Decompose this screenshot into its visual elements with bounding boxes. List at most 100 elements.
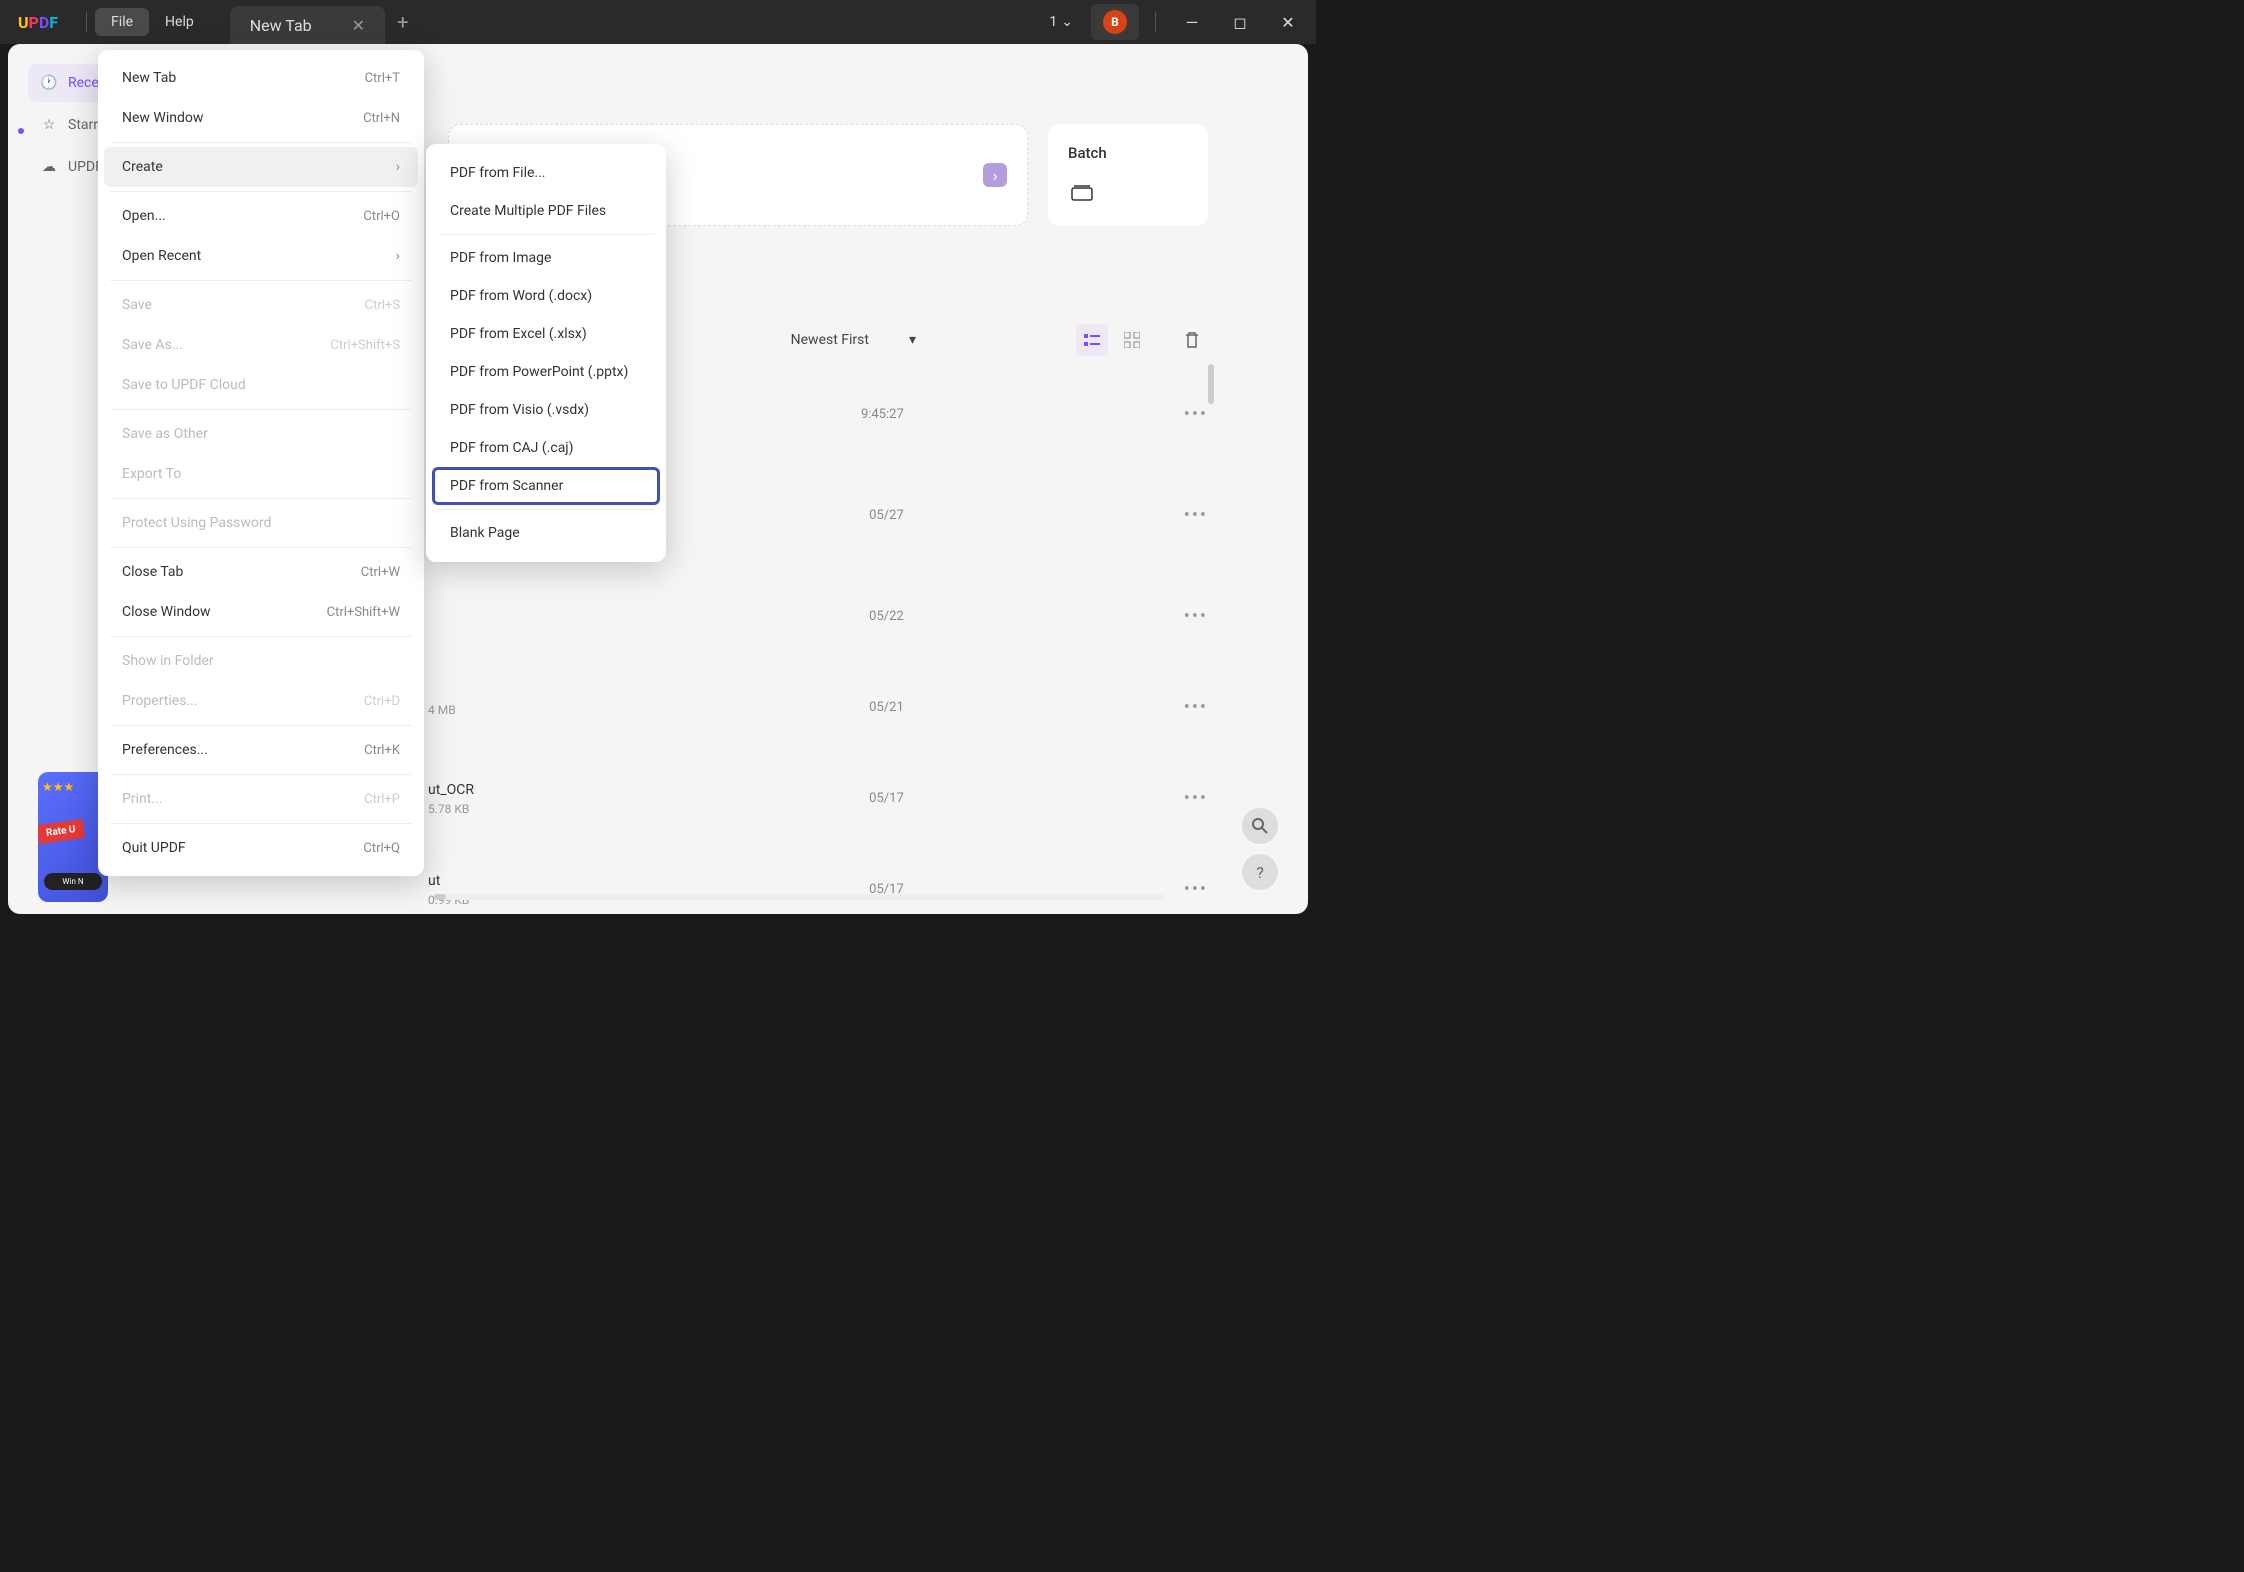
sort-label: Newest First — [791, 332, 869, 348]
maximize-button[interactable]: ◻ — [1220, 2, 1260, 42]
chevron-down-icon: ⌄ — [1061, 14, 1073, 30]
grid-view-button[interactable] — [1116, 324, 1148, 356]
menu-item-print-: Print...Ctrl+P — [104, 779, 418, 819]
menu-item-label: Open... — [122, 208, 166, 224]
submenu-item-pdf-from-caj-caj-[interactable]: PDF from CAJ (.caj) — [432, 429, 660, 467]
close-window-button[interactable]: ✕ — [1268, 2, 1308, 42]
horizontal-scrollbar[interactable] — [434, 894, 1164, 900]
menu-item-label: New Window — [122, 110, 203, 126]
menu-item-new-window[interactable]: New Window Ctrl+N — [104, 98, 418, 138]
tab-new[interactable]: New Tab ✕ — [230, 6, 385, 44]
menu-separator — [110, 280, 412, 281]
submenu-item-pdf-from-powerpoint-pptx-[interactable]: PDF from PowerPoint (.pptx) — [432, 353, 660, 391]
more-icon[interactable]: ••• — [1184, 788, 1208, 809]
menu-shortcut: Ctrl+D — [364, 694, 400, 709]
menu-item-save-as-other: Save as Other — [104, 414, 418, 454]
search-button[interactable] — [1242, 808, 1278, 844]
file-row[interactable]: ut_OCR 5.78 KB 05/17 ••• — [428, 768, 1208, 829]
avatar: B — [1103, 10, 1127, 34]
menu-item-new-tab[interactable]: New TabCtrl+T — [104, 58, 418, 98]
submenu-item-pdf-from-scanner[interactable]: PDF from Scanner — [432, 467, 660, 505]
divider — [1155, 12, 1156, 32]
menu-separator — [110, 409, 412, 410]
batch-card[interactable]: Batch — [1048, 124, 1208, 226]
menu-shortcut: Ctrl+N — [363, 111, 400, 126]
close-icon[interactable]: ✕ — [352, 16, 365, 35]
submenu-item-pdf-from-file-[interactable]: PDF from File... — [432, 154, 660, 192]
menu-item-label: Close Window — [122, 604, 211, 620]
file-date: 05/27 — [869, 508, 904, 523]
menu-item-quit-updf[interactable]: Quit UPDF Ctrl+Q — [104, 828, 418, 868]
chevron-right-icon: › — [396, 159, 400, 175]
minimize-button[interactable]: — — [1172, 2, 1212, 42]
sort-dropdown[interactable]: Newest First ▾ — [791, 332, 916, 348]
user-avatar-button[interactable]: B — [1091, 4, 1139, 40]
create-submenu: PDF from File...Create Multiple PDF File… — [426, 144, 666, 562]
promo-badge: Rate U — [38, 819, 85, 844]
menu-separator — [110, 636, 412, 637]
file-row[interactable]: ut 0.99 KB 05/17 ••• — [428, 859, 1208, 920]
menu-item-open-recent[interactable]: Open Recent› — [104, 236, 418, 276]
menu-item-save-to-updf-cloud: Save to UPDF Cloud — [104, 365, 418, 405]
menu-shortcut: Ctrl+O — [363, 209, 400, 224]
menu-separator — [438, 509, 654, 510]
menu-item-label: Quit UPDF — [122, 840, 186, 856]
menu-item-save-as-: Save As... Ctrl+Shift+S — [104, 325, 418, 365]
file-date: 05/17 — [869, 791, 904, 806]
menu-shortcut: Ctrl+Q — [363, 841, 400, 856]
submenu-item-create-multiple-pdf-files[interactable]: Create Multiple PDF Files — [432, 192, 660, 230]
menu-item-create[interactable]: Create› — [104, 147, 418, 187]
menu-item-label: Properties... — [122, 693, 198, 709]
menu-item-label: Save — [122, 297, 152, 313]
help-button[interactable]: ? — [1242, 854, 1278, 890]
submenu-item-pdf-from-excel-xlsx-[interactable]: PDF from Excel (.xlsx) — [432, 315, 660, 353]
submenu-item-pdf-from-visio-vsdx-[interactable]: PDF from Visio (.vsdx) — [432, 391, 660, 429]
menu-shortcut: Ctrl+K — [364, 743, 400, 758]
menu-item-label: Preferences... — [122, 742, 208, 758]
file-date: 05/22 — [869, 609, 904, 624]
menu-item-show-in-folder: Show in Folder — [104, 641, 418, 681]
menu-shortcut: Ctrl+Shift+S — [330, 338, 400, 353]
more-icon[interactable]: ••• — [1184, 879, 1208, 900]
file-menu-dropdown: New TabCtrl+T New Window Ctrl+N Create› Open… — [98, 50, 424, 876]
file-name: ut_OCR — [428, 782, 474, 798]
more-icon[interactable]: ••• — [1184, 404, 1208, 425]
menu-file[interactable]: File — [95, 8, 149, 36]
more-icon[interactable]: ••• — [1184, 697, 1208, 718]
menu-item-close-window[interactable]: Close WindowCtrl+Shift+W — [104, 592, 418, 632]
file-date: 05/21 — [869, 700, 904, 715]
menu-item-close-tab[interactable]: Close TabCtrl+W — [104, 552, 418, 592]
menu-item-preferences-[interactable]: Preferences... Ctrl+K — [104, 730, 418, 770]
submenu-item-blank-page[interactable]: Blank Page — [432, 514, 660, 552]
menu-help[interactable]: Help — [149, 8, 210, 36]
list-view-button[interactable] — [1076, 324, 1108, 356]
add-tab-button[interactable]: + — [397, 10, 408, 34]
vertical-scrollbar[interactable] — [1208, 364, 1214, 404]
cloud-icon: ☁ — [40, 158, 58, 176]
tab-count-dropdown[interactable]: 1 ⌄ — [1039, 8, 1083, 36]
menu-separator — [110, 823, 412, 824]
submenu-item-pdf-from-word-docx-[interactable]: PDF from Word (.docx) — [432, 277, 660, 315]
menu-item-label: Protect Using Password — [122, 515, 271, 531]
more-icon[interactable]: ••• — [1184, 505, 1208, 526]
menu-item-label: Close Tab — [122, 564, 183, 580]
submenu-item-pdf-from-image[interactable]: PDF from Image — [432, 239, 660, 277]
more-icon[interactable]: ••• — [1184, 606, 1208, 627]
file-row[interactable]: 4 MB 05/21 ••• — [428, 677, 1208, 738]
menu-item-export-to: Export To — [104, 454, 418, 494]
menu-item-properties-: Properties... Ctrl+D — [104, 681, 418, 721]
file-row[interactable]: 05/22 ••• — [428, 586, 1208, 647]
menu-separator — [110, 498, 412, 499]
scrollbar-thumb[interactable] — [434, 894, 446, 900]
menu-item-label: Print... — [122, 791, 162, 807]
file-name: ut — [428, 873, 469, 889]
menu-item-open-[interactable]: Open... Ctrl+O — [104, 196, 418, 236]
trash-button[interactable] — [1176, 324, 1208, 356]
card-title: Batch — [1068, 144, 1188, 162]
divider — [86, 12, 87, 32]
menu-shortcut: Ctrl+S — [365, 298, 400, 313]
chevron-right-icon: › — [983, 163, 1007, 187]
menu-item-label: Save As... — [122, 337, 183, 353]
file-size: 4 MB — [428, 703, 456, 717]
promo-button[interactable]: Win N — [44, 873, 102, 890]
